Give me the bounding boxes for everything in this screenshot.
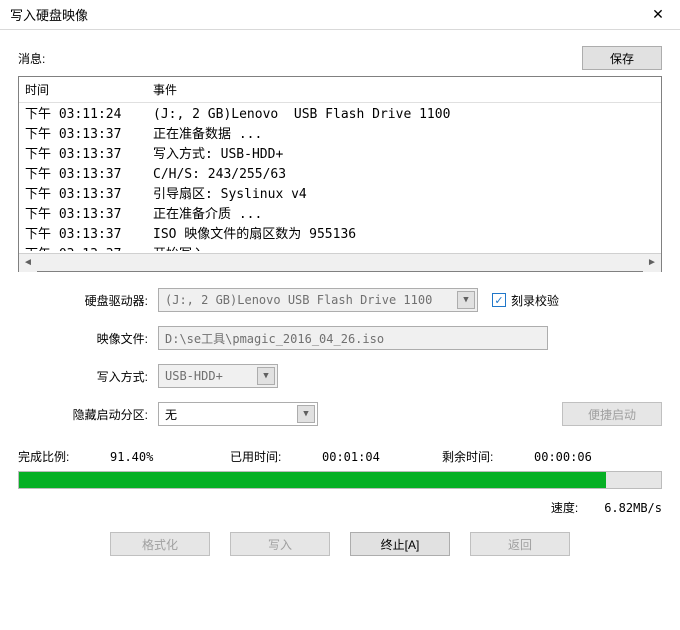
chevron-down-icon: ▼ [457, 291, 475, 309]
hidepart-select[interactable]: 无 ▼ [158, 402, 318, 426]
scroll-track[interactable] [37, 254, 643, 272]
scroll-right-icon[interactable]: ► [643, 254, 661, 272]
message-header-row: 消息: 保存 [18, 46, 662, 70]
log-time: 下午 03:13:37 [25, 165, 153, 185]
log-col-event[interactable]: 事件 [153, 81, 655, 98]
done-value: 91.40% [110, 450, 230, 464]
horizontal-scrollbar[interactable]: ◄ ► [19, 253, 661, 271]
log-row[interactable]: 下午 03:13:37正在准备数据 ... [25, 125, 655, 145]
verify-checkbox[interactable]: ✓ 刻录校验 [492, 292, 559, 309]
image-row: 映像文件: D:\se工具\pmagic_2016_04_26.iso [18, 326, 662, 350]
progress-bar [18, 471, 662, 489]
log-row[interactable]: 下午 03:11:24(J:, 2 GB)Lenovo USB Flash Dr… [25, 105, 655, 125]
write-button[interactable]: 写入 [230, 532, 330, 556]
image-value: D:\se工具\pmagic_2016_04_26.iso [165, 330, 384, 347]
log-col-time[interactable]: 时间 [25, 81, 153, 98]
message-label: 消息: [18, 50, 45, 67]
abort-button[interactable]: 终止[A] [350, 532, 450, 556]
log-row[interactable]: 下午 03:13:37开始写入 ... [25, 245, 655, 251]
status-row: 完成比例: 91.40% 已用时间: 00:01:04 剩余时间: 00:00:… [18, 448, 662, 471]
drive-value: (J:, 2 GB)Lenovo USB Flash Drive 1100 [165, 293, 432, 307]
log-event: (J:, 2 GB)Lenovo USB Flash Drive 1100 [153, 105, 655, 125]
scroll-left-icon[interactable]: ◄ [19, 254, 37, 272]
hidepart-label: 隐藏启动分区: [18, 406, 158, 423]
chevron-down-icon: ▼ [297, 405, 315, 423]
log-event: C/H/S: 243/255/63 [153, 165, 655, 185]
speed-row: 速度: 6.82MB/s [18, 499, 662, 516]
log-event: 正在准备数据 ... [153, 125, 655, 145]
back-button[interactable]: 返回 [470, 532, 570, 556]
log-time: 下午 03:11:24 [25, 105, 153, 125]
log-event: 引导扇区: Syslinux v4 [153, 185, 655, 205]
log-time: 下午 03:13:37 [25, 145, 153, 165]
chevron-down-icon: ▼ [257, 367, 275, 385]
format-button[interactable]: 格式化 [110, 532, 210, 556]
dialog-content: 消息: 保存 时间 事件 下午 03:11:24(J:, 2 GB)Lenovo… [0, 30, 680, 564]
log-time: 下午 03:13:37 [25, 185, 153, 205]
log-event: 正在准备介质 ... [153, 205, 655, 225]
drive-row: 硬盘驱动器: (J:, 2 GB)Lenovo USB Flash Drive … [18, 288, 662, 312]
form-area: 硬盘驱动器: (J:, 2 GB)Lenovo USB Flash Drive … [18, 272, 662, 448]
log-row[interactable]: 下午 03:13:37写入方式: USB-HDD+ [25, 145, 655, 165]
log-row[interactable]: 下午 03:13:37引导扇区: Syslinux v4 [25, 185, 655, 205]
drive-select[interactable]: (J:, 2 GB)Lenovo USB Flash Drive 1100 ▼ [158, 288, 478, 312]
hidepart-value: 无 [165, 406, 177, 423]
log-time: 下午 03:13:37 [25, 225, 153, 245]
save-button[interactable]: 保存 [582, 46, 662, 70]
log-body: 下午 03:11:24(J:, 2 GB)Lenovo USB Flash Dr… [19, 103, 661, 251]
progress-fill [19, 472, 606, 488]
log-event: ISO 映像文件的扇区数为 955136 [153, 225, 655, 245]
quick-boot-button[interactable]: 便捷启动 [562, 402, 662, 426]
remain-label: 剩余时间: [442, 448, 534, 465]
log-row[interactable]: 下午 03:13:37正在准备介质 ... [25, 205, 655, 225]
log-row[interactable]: 下午 03:13:37ISO 映像文件的扇区数为 955136 [25, 225, 655, 245]
writemode-row: 写入方式: USB-HDD+ ▼ [18, 364, 662, 388]
writemode-label: 写入方式: [18, 368, 158, 385]
log-time: 下午 03:13:37 [25, 205, 153, 225]
log-time: 下午 03:13:37 [25, 245, 153, 251]
verify-label: 刻录校验 [511, 292, 559, 309]
writemode-value: USB-HDD+ [165, 369, 223, 383]
elapsed-label: 已用时间: [230, 448, 322, 465]
titlebar: 写入硬盘映像 ✕ [0, 0, 680, 30]
speed-value: 6.82MB/s [604, 501, 662, 515]
remain-value: 00:00:06 [534, 450, 592, 464]
log-header: 时间 事件 [19, 77, 661, 103]
image-field[interactable]: D:\se工具\pmagic_2016_04_26.iso [158, 326, 548, 350]
writemode-select[interactable]: USB-HDD+ ▼ [158, 364, 278, 388]
hidepart-row: 隐藏启动分区: 无 ▼ 便捷启动 [18, 402, 662, 426]
speed-label: 速度: [551, 499, 578, 516]
log-event: 写入方式: USB-HDD+ [153, 145, 655, 165]
done-label: 完成比例: [18, 448, 110, 465]
window-title: 写入硬盘映像 [10, 5, 88, 24]
drive-label: 硬盘驱动器: [18, 292, 158, 309]
log-row[interactable]: 下午 03:13:37C/H/S: 243/255/63 [25, 165, 655, 185]
elapsed-value: 00:01:04 [322, 450, 442, 464]
log-listbox: 时间 事件 下午 03:11:24(J:, 2 GB)Lenovo USB Fl… [18, 76, 662, 272]
check-icon: ✓ [492, 293, 506, 307]
log-time: 下午 03:13:37 [25, 125, 153, 145]
close-icon[interactable]: ✕ [636, 0, 680, 30]
action-buttons: 格式化 写入 终止[A] 返回 [18, 532, 662, 556]
log-event: 开始写入 ... [153, 245, 655, 251]
image-label: 映像文件: [18, 330, 158, 347]
